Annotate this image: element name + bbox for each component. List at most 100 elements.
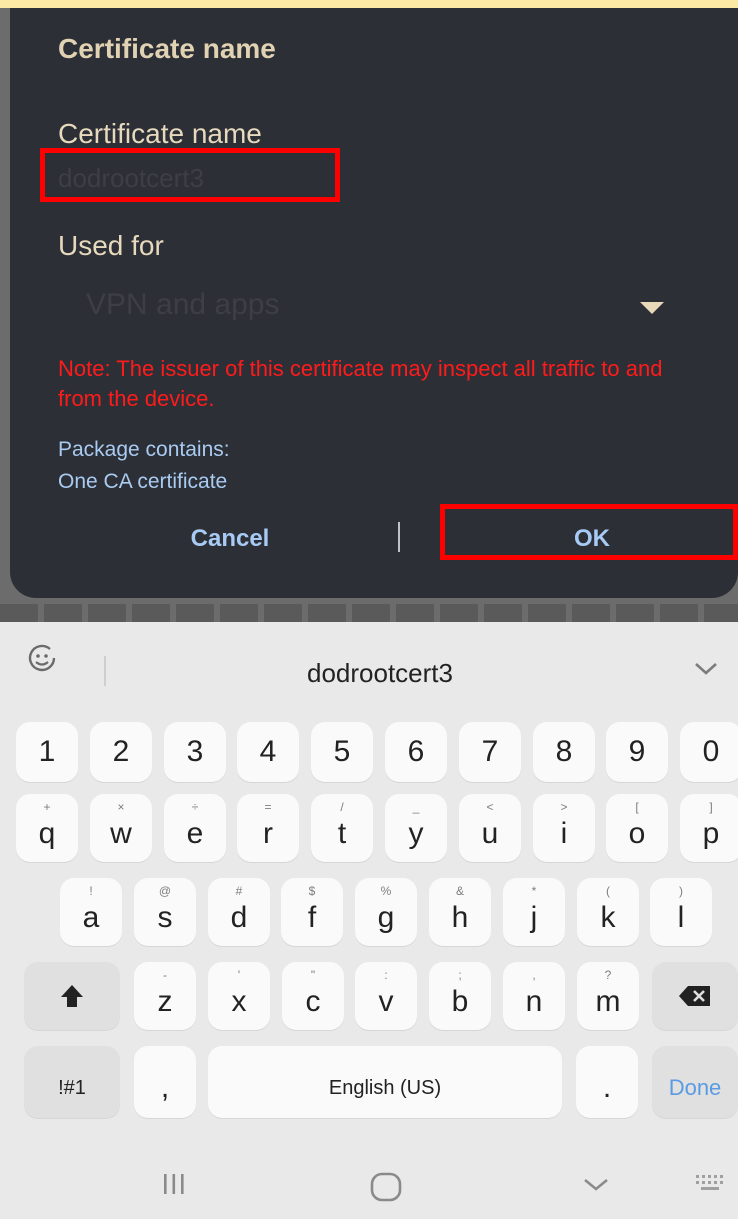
key-0-label: 0 <box>702 735 720 768</box>
dropdown-arrow-icon <box>640 302 664 314</box>
key-l-secondary: ) <box>679 884 683 898</box>
key-1-label: 1 <box>38 735 56 768</box>
certificate-name-label: Certificate name <box>58 118 262 149</box>
key-1[interactable]: 1 <box>16 722 78 782</box>
done-key[interactable]: Done <box>652 1046 738 1118</box>
key-j-label: j <box>530 901 538 934</box>
key-u-label: u <box>481 817 499 850</box>
key-s[interactable]: @ s <box>134 878 196 946</box>
suggestion-word[interactable]: dodrootcert3 <box>200 658 560 689</box>
key-n-label: n <box>525 985 543 1018</box>
recent-apps-icon[interactable] <box>144 1170 204 1205</box>
space-key[interactable]: English (US) <box>208 1046 562 1118</box>
key-5[interactable]: 5 <box>311 722 373 782</box>
key-j[interactable]: * j <box>503 878 565 946</box>
key-e-secondary: ÷ <box>191 800 199 814</box>
top-strip <box>0 0 738 8</box>
key-9-label: 9 <box>628 735 646 768</box>
key-2[interactable]: 2 <box>90 722 152 782</box>
key-q[interactable]: + q <box>16 794 78 862</box>
home-icon[interactable] <box>356 1170 416 1211</box>
key-y[interactable]: _ y <box>385 794 447 862</box>
key-6-label: 6 <box>407 735 425 768</box>
shift-icon <box>61 985 83 1007</box>
key-0[interactable]: 0 <box>680 722 738 782</box>
symbols-key-label: !#1 <box>58 1076 86 1099</box>
key-f-label: f <box>307 901 317 934</box>
space-key-label: English (US) <box>328 1076 442 1099</box>
key-u[interactable]: < u <box>459 794 521 862</box>
key-x[interactable]: ' x <box>208 962 270 1030</box>
suggestion-bar: dodrootcert3 <box>0 622 738 698</box>
key-g[interactable]: % g <box>355 878 417 946</box>
key-k-secondary: ( <box>606 884 610 898</box>
key-6[interactable]: 6 <box>385 722 447 782</box>
period-key[interactable]: . <box>576 1046 638 1118</box>
key-f-secondary: $ <box>308 884 316 898</box>
key-w-secondary: × <box>117 800 125 814</box>
key-e[interactable]: ÷ e <box>164 794 226 862</box>
key-l-label: l <box>677 901 685 934</box>
chevron-down-icon[interactable] <box>686 654 726 694</box>
hide-keyboard-icon[interactable] <box>566 1170 626 1205</box>
suggestion-separator <box>104 656 106 686</box>
key-8[interactable]: 8 <box>533 722 595 782</box>
cancel-button[interactable]: Cancel <box>160 516 300 562</box>
key-5-label: 5 <box>333 735 351 768</box>
key-w[interactable]: × w <box>90 794 152 862</box>
key-h[interactable]: & h <box>429 878 491 946</box>
key-c[interactable]: " c <box>282 962 344 1030</box>
key-9[interactable]: 9 <box>606 722 668 782</box>
key-g-secondary: % <box>380 884 392 898</box>
key-y-secondary: _ <box>412 800 420 814</box>
key-c-label: c <box>305 985 321 1018</box>
key-4[interactable]: 4 <box>237 722 299 782</box>
key-w-label: w <box>110 817 132 850</box>
comma-key[interactable]: , <box>134 1046 196 1118</box>
used-for-value: VPN and apps <box>86 288 280 321</box>
button-divider <box>398 522 400 552</box>
navigation-bar <box>0 1150 738 1219</box>
key-x-label: x <box>231 985 247 1018</box>
key-t[interactable]: / t <box>311 794 373 862</box>
key-8-label: 8 <box>555 735 573 768</box>
key-m[interactable]: ? m <box>577 962 639 1030</box>
used-for-dropdown[interactable]: VPN and apps <box>58 276 698 332</box>
key-b[interactable]: ; b <box>429 962 491 1030</box>
key-o-label: o <box>628 817 646 850</box>
emoji-icon[interactable] <box>22 638 62 678</box>
key-k[interactable]: (k <box>577 878 639 946</box>
key-t-secondary: / <box>340 800 344 814</box>
key-r[interactable]: = r <box>237 794 299 862</box>
key-3[interactable]: 3 <box>164 722 226 782</box>
dialog-title: Certificate name <box>58 33 276 64</box>
key-h-label: h <box>451 901 469 934</box>
key-f[interactable]: $ f <box>281 878 343 946</box>
key-v-label: v <box>378 985 394 1018</box>
key-c-secondary: " <box>310 968 316 982</box>
key-d[interactable]: # d <box>208 878 270 946</box>
key-p[interactable]: ] p <box>680 794 738 862</box>
key-q-secondary: + <box>43 800 51 814</box>
key-i[interactable]: > i <box>533 794 595 862</box>
symbols-key[interactable]: !#1 <box>24 1046 120 1118</box>
key-v[interactable]: :v <box>355 962 417 1030</box>
key-o[interactable]: [o <box>606 794 668 862</box>
key-o-secondary: [ <box>635 800 639 814</box>
key-z[interactable]: -z <box>134 962 196 1030</box>
key-a-secondary: ! <box>89 884 93 898</box>
backspace-key[interactable] <box>652 962 738 1030</box>
shift-key[interactable] <box>24 962 120 1030</box>
key-x-secondary: ' <box>237 968 241 982</box>
key-7[interactable]: 7 <box>459 722 521 782</box>
key-z-secondary: - <box>163 968 167 982</box>
key-l[interactable]: ) l <box>650 878 712 946</box>
keyboard-switch-icon[interactable] <box>680 1170 738 1201</box>
key-a[interactable]: ! a <box>60 878 122 946</box>
key-v-secondary: : <box>384 968 388 982</box>
key-2-label: 2 <box>112 735 130 768</box>
backspace-icon <box>679 986 710 1006</box>
key-n[interactable]: ,n <box>503 962 565 1030</box>
key-a-label: a <box>82 901 100 934</box>
key-u-secondary: < <box>486 800 494 814</box>
